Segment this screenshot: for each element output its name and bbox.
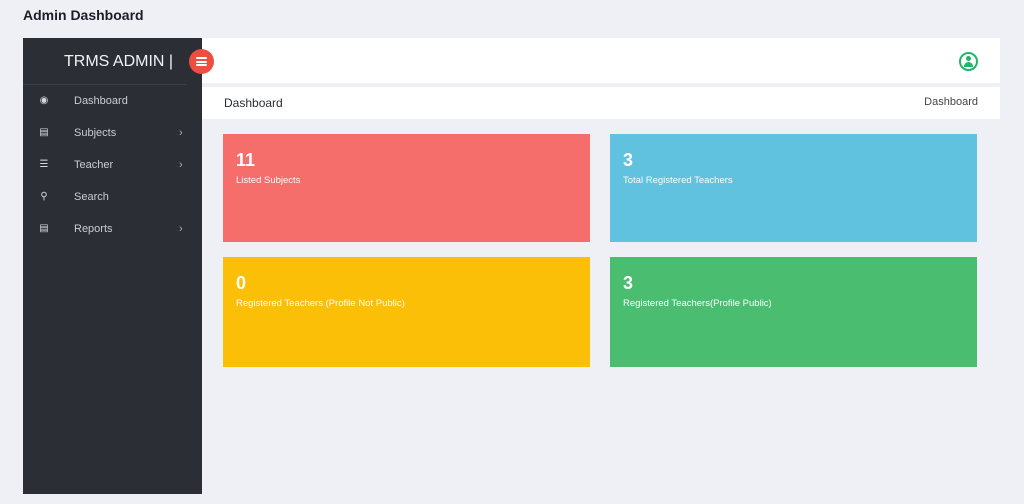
stat-label: Total Registered Teachers	[623, 175, 733, 186]
stat-value: 3	[623, 150, 634, 170]
sidebar-item-teacher[interactable]: ☰ Teacher ›	[23, 149, 202, 181]
section-title: Dashboard	[224, 96, 283, 110]
chevron-right-icon: ›	[179, 127, 183, 139]
sidebar-item-label: Dashboard	[74, 95, 128, 107]
user-circle-icon[interactable]	[959, 52, 978, 71]
stat-card-total-teachers[interactable]: 3 Total Registered Teachers	[610, 134, 977, 242]
sidebar-item-search[interactable]: ⚲ Search	[23, 181, 202, 213]
stat-card-teachers-not-public[interactable]: 0 Registered Teachers (Profile Not Publi…	[223, 257, 590, 367]
sidebar-item-label: Search	[74, 191, 109, 203]
stat-card-teachers-public[interactable]: 3 Registered Teachers(Profile Public)	[610, 257, 977, 367]
sidebar: TRMS ADMIN | ◉ Dashboard ▤ Subjects › ☰ …	[23, 38, 202, 494]
sidebar-item-subjects[interactable]: ▤ Subjects ›	[23, 117, 202, 149]
list-icon: ☰	[39, 159, 49, 170]
sidebar-item-reports[interactable]: ▤ Reports ›	[23, 213, 202, 245]
stat-value: 3	[623, 273, 634, 293]
admin-app: TRMS ADMIN | ◉ Dashboard ▤ Subjects › ☰ …	[23, 38, 1000, 494]
sidebar-item-label: Reports	[74, 223, 113, 235]
stat-label: Registered Teachers(Profile Public)	[623, 298, 772, 309]
list-icon: ▤	[39, 127, 49, 138]
list-icon: ▤	[39, 223, 49, 234]
stat-label: Listed Subjects	[236, 175, 301, 186]
chevron-right-icon: ›	[179, 223, 183, 235]
sidebar-item-label: Teacher	[74, 159, 114, 171]
sidebar-item-label: Subjects	[74, 127, 117, 139]
top-header	[202, 38, 1000, 83]
search-icon: ⚲	[40, 191, 48, 202]
dashboard-icon: ◉	[39, 95, 49, 106]
page-title: Admin Dashboard	[23, 7, 144, 23]
stat-value: 0	[236, 273, 247, 293]
stat-label: Registered Teachers (Profile Not Public)	[236, 298, 405, 309]
chevron-right-icon: ›	[179, 159, 183, 171]
sidebar-menu: ◉ Dashboard ▤ Subjects › ☰ Teacher › ⚲ S…	[23, 85, 202, 245]
sidebar-item-dashboard[interactable]: ◉ Dashboard	[23, 85, 202, 117]
menu-toggle-icon	[196, 57, 207, 66]
breadcrumb[interactable]: Dashboard	[924, 96, 978, 108]
breadcrumb-bar: Dashboard Dashboard	[202, 87, 1000, 119]
stat-value: 11	[236, 150, 256, 170]
menu-toggle-button[interactable]	[189, 49, 214, 74]
brand-title[interactable]: TRMS ADMIN |	[23, 38, 187, 85]
stat-card-listed-subjects[interactable]: 11 Listed Subjects	[223, 134, 590, 242]
